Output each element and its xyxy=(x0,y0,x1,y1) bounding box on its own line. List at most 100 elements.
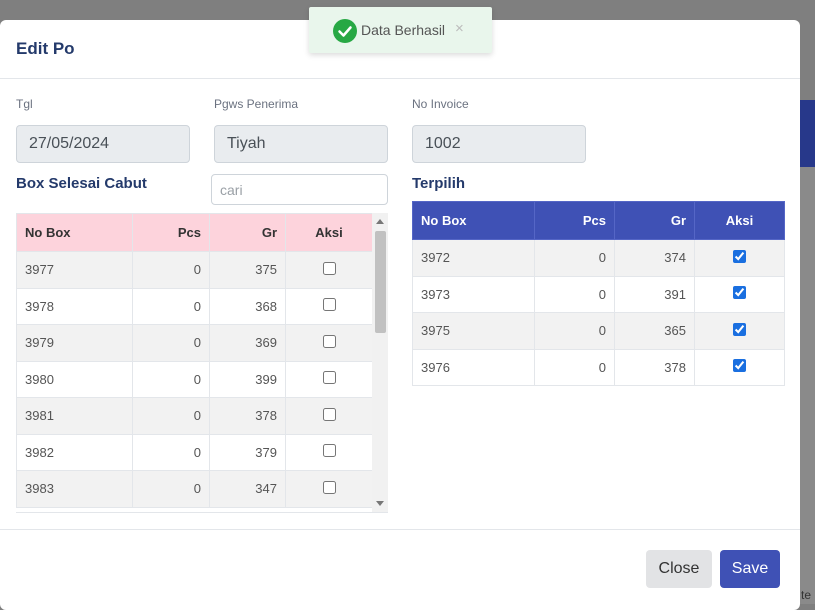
cell-gr: 375 xyxy=(209,251,286,289)
close-button[interactable]: Close xyxy=(646,550,712,588)
cell-aksi xyxy=(285,360,373,398)
scroll-down-arrow-icon[interactable] xyxy=(376,501,384,506)
cell-aksi xyxy=(285,324,373,362)
cell-gr: 378 xyxy=(209,397,286,435)
cell-no-box: 3978 xyxy=(16,287,133,325)
cell-pcs: 0 xyxy=(132,470,210,508)
cell-gr: 399 xyxy=(209,360,286,398)
cell-aksi xyxy=(285,397,373,435)
table-row: 3981 0 378 xyxy=(16,397,373,435)
success-toast: Data Berhasil × xyxy=(309,7,492,53)
table-row: 3978 0 368 xyxy=(16,287,373,325)
check-circle-icon xyxy=(333,19,357,43)
select-checkbox[interactable] xyxy=(322,480,336,494)
cell-aksi xyxy=(694,312,785,350)
col-header-pcs[interactable]: Pcs xyxy=(534,201,615,240)
toast-close-icon[interactable]: × xyxy=(455,20,464,37)
cell-aksi xyxy=(694,239,785,277)
select-checkbox[interactable] xyxy=(733,286,746,300)
cell-pcs: 0 xyxy=(132,324,210,362)
pgws-label: Pgws Penerima xyxy=(214,97,299,111)
cell-pcs: 0 xyxy=(132,397,210,435)
cell-no-box: 3973 xyxy=(412,275,535,313)
col-header-no-box[interactable]: No Box xyxy=(412,201,535,240)
cell-pcs: 0 xyxy=(534,239,615,277)
col-header-pcs[interactable]: Pcs xyxy=(132,213,210,252)
box-selesai-table: No Box Pcs Gr Aksi 3977 0 375 3978 0 368 3979 0… xyxy=(16,213,373,508)
cell-pcs: 0 xyxy=(132,287,210,325)
cell-no-box: 3982 xyxy=(16,433,133,471)
cell-gr: 368 xyxy=(209,287,286,325)
cell-aksi xyxy=(285,470,373,508)
cell-aksi xyxy=(694,275,785,313)
scrollbar-thumb[interactable] xyxy=(375,231,386,333)
terpilih-title: Terpilih xyxy=(412,175,466,192)
cell-aksi xyxy=(285,433,373,471)
select-checkbox[interactable] xyxy=(322,444,336,458)
background-panel xyxy=(800,100,815,167)
select-checkbox[interactable] xyxy=(322,407,336,421)
cell-gr: 369 xyxy=(209,324,286,362)
select-checkbox[interactable] xyxy=(322,261,336,275)
table-row: 3982 0 379 xyxy=(16,433,373,471)
search-input[interactable] xyxy=(211,174,388,205)
cell-pcs: 0 xyxy=(132,360,210,398)
cell-no-box: 3975 xyxy=(412,312,535,350)
cell-gr: 378 xyxy=(614,348,695,386)
cell-pcs: 0 xyxy=(534,275,615,313)
toast-message: Data Berhasil xyxy=(361,22,446,38)
cell-no-box: 3972 xyxy=(412,239,535,277)
select-checkbox[interactable] xyxy=(733,359,746,373)
cell-pcs: 0 xyxy=(132,433,210,471)
cell-aksi xyxy=(694,348,785,386)
cell-no-box: 3979 xyxy=(16,324,133,362)
cell-gr: 391 xyxy=(614,275,695,313)
cell-gr: 379 xyxy=(209,433,286,471)
table-scrollbar[interactable] xyxy=(372,213,388,512)
cell-no-box: 3980 xyxy=(16,360,133,398)
terpilih-table: No Box Pcs Gr Aksi 3972 0 374 3973 0 391 3975 0… xyxy=(412,201,785,386)
edit-po-modal: Edit Po Tgl Pgws Penerima No Invoice 27/… xyxy=(0,20,800,610)
pgws-field[interactable]: Tiyah xyxy=(214,125,388,163)
select-checkbox[interactable] xyxy=(733,249,746,263)
table-row: 3983 0 347 xyxy=(16,470,373,508)
cell-aksi xyxy=(285,251,373,289)
col-header-no-box[interactable]: No Box xyxy=(16,213,133,252)
table-row: 3976 0 378 xyxy=(412,348,785,386)
table-row: 3973 0 391 xyxy=(412,275,785,313)
select-checkbox[interactable] xyxy=(322,334,336,348)
left-table-scroll-area[interactable]: No Box Pcs Gr Aksi 3977 0 375 3978 0 368 3979 0… xyxy=(16,213,388,513)
table-row: 3977 0 375 xyxy=(16,251,373,289)
cell-pcs: 0 xyxy=(534,348,615,386)
cell-gr: 374 xyxy=(614,239,695,277)
table-row: 3972 0 374 xyxy=(412,239,785,277)
col-header-gr[interactable]: Gr xyxy=(614,201,695,240)
table-row: 3979 0 369 xyxy=(16,324,373,362)
invoice-field[interactable]: 1002 xyxy=(412,125,586,163)
col-header-aksi[interactable]: Aksi xyxy=(285,213,373,252)
tgl-label: Tgl xyxy=(16,97,33,111)
left-table-body: 3977 0 375 3978 0 368 3979 0 369 3980 0 399 3981 0 378… xyxy=(16,251,373,508)
select-checkbox[interactable] xyxy=(322,298,336,312)
cell-pcs: 0 xyxy=(534,312,615,350)
tgl-field[interactable]: 27/05/2024 xyxy=(16,125,190,163)
select-checkbox[interactable] xyxy=(733,322,746,336)
scroll-up-arrow-icon[interactable] xyxy=(376,219,384,224)
table-row: 3975 0 365 xyxy=(412,312,785,350)
background-text-fragment: te xyxy=(801,588,812,602)
save-button[interactable]: Save xyxy=(720,550,780,588)
invoice-label: No Invoice xyxy=(412,97,469,111)
select-checkbox[interactable] xyxy=(322,371,336,385)
col-header-gr[interactable]: Gr xyxy=(209,213,286,252)
modal-title: Edit Po xyxy=(16,39,75,58)
cell-no-box: 3977 xyxy=(16,251,133,289)
cell-no-box: 3976 xyxy=(412,348,535,386)
cell-no-box: 3981 xyxy=(16,397,133,435)
cell-gr: 347 xyxy=(209,470,286,508)
col-header-aksi[interactable]: Aksi xyxy=(694,201,785,240)
cell-pcs: 0 xyxy=(132,251,210,289)
table-row: 3980 0 399 xyxy=(16,360,373,398)
cell-aksi xyxy=(285,287,373,325)
modal-footer-divider xyxy=(0,529,800,530)
box-selesai-cabut-title: Box Selesai Cabut xyxy=(16,175,147,192)
